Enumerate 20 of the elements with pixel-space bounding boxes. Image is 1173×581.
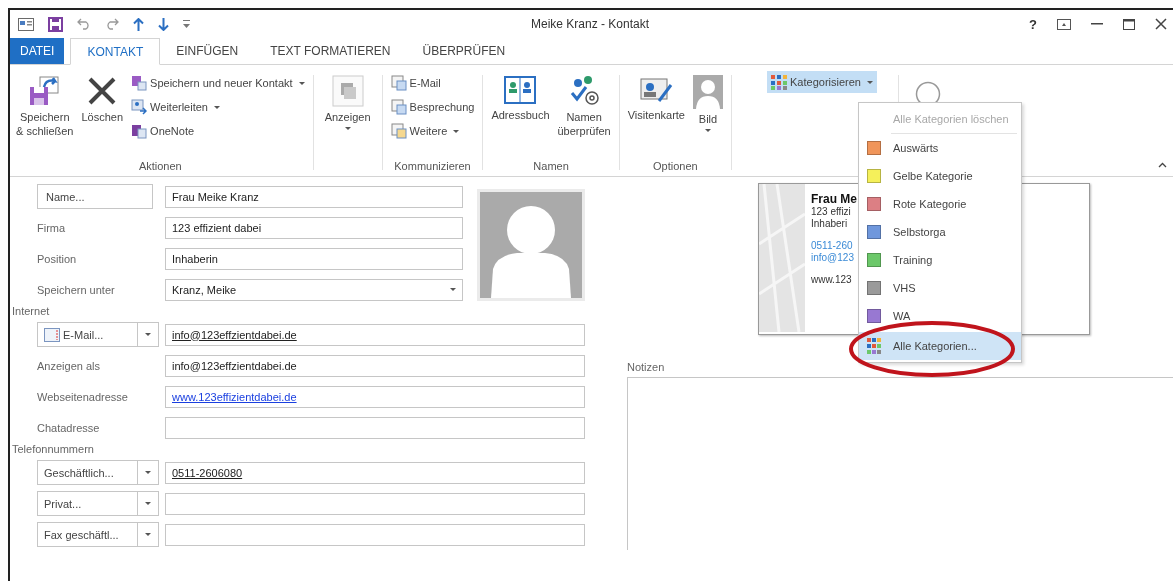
section-heading: Telefonnummern (11, 443, 95, 457)
group-label: Namen (533, 160, 569, 174)
field-label: Anzeigen als (37, 359, 100, 372)
window-title: Meike Kranz - Kontakt (529, 17, 651, 31)
notes-label: Notizen (627, 361, 666, 373)
field-label: Webseitenadresse (37, 390, 128, 403)
field-label: Position (37, 252, 77, 265)
group-label: Optionen (653, 160, 698, 174)
section-heading: Internet (11, 305, 51, 319)
group-label: Kommunizieren (394, 160, 471, 174)
card-contact: 0511-260 (811, 240, 854, 252)
field-label: Chatadresse (37, 421, 100, 434)
card-text: Inhaberi (811, 218, 849, 230)
field-label: Speichern unter (37, 283, 115, 296)
card-web: www.123 (811, 274, 853, 286)
field-label: Firma (37, 221, 66, 234)
card-text: 123 effizi (811, 206, 852, 218)
card-contact: info@123 (811, 252, 855, 264)
card-name: Frau Me (811, 192, 857, 206)
group-label: Aktionen (138, 160, 182, 174)
